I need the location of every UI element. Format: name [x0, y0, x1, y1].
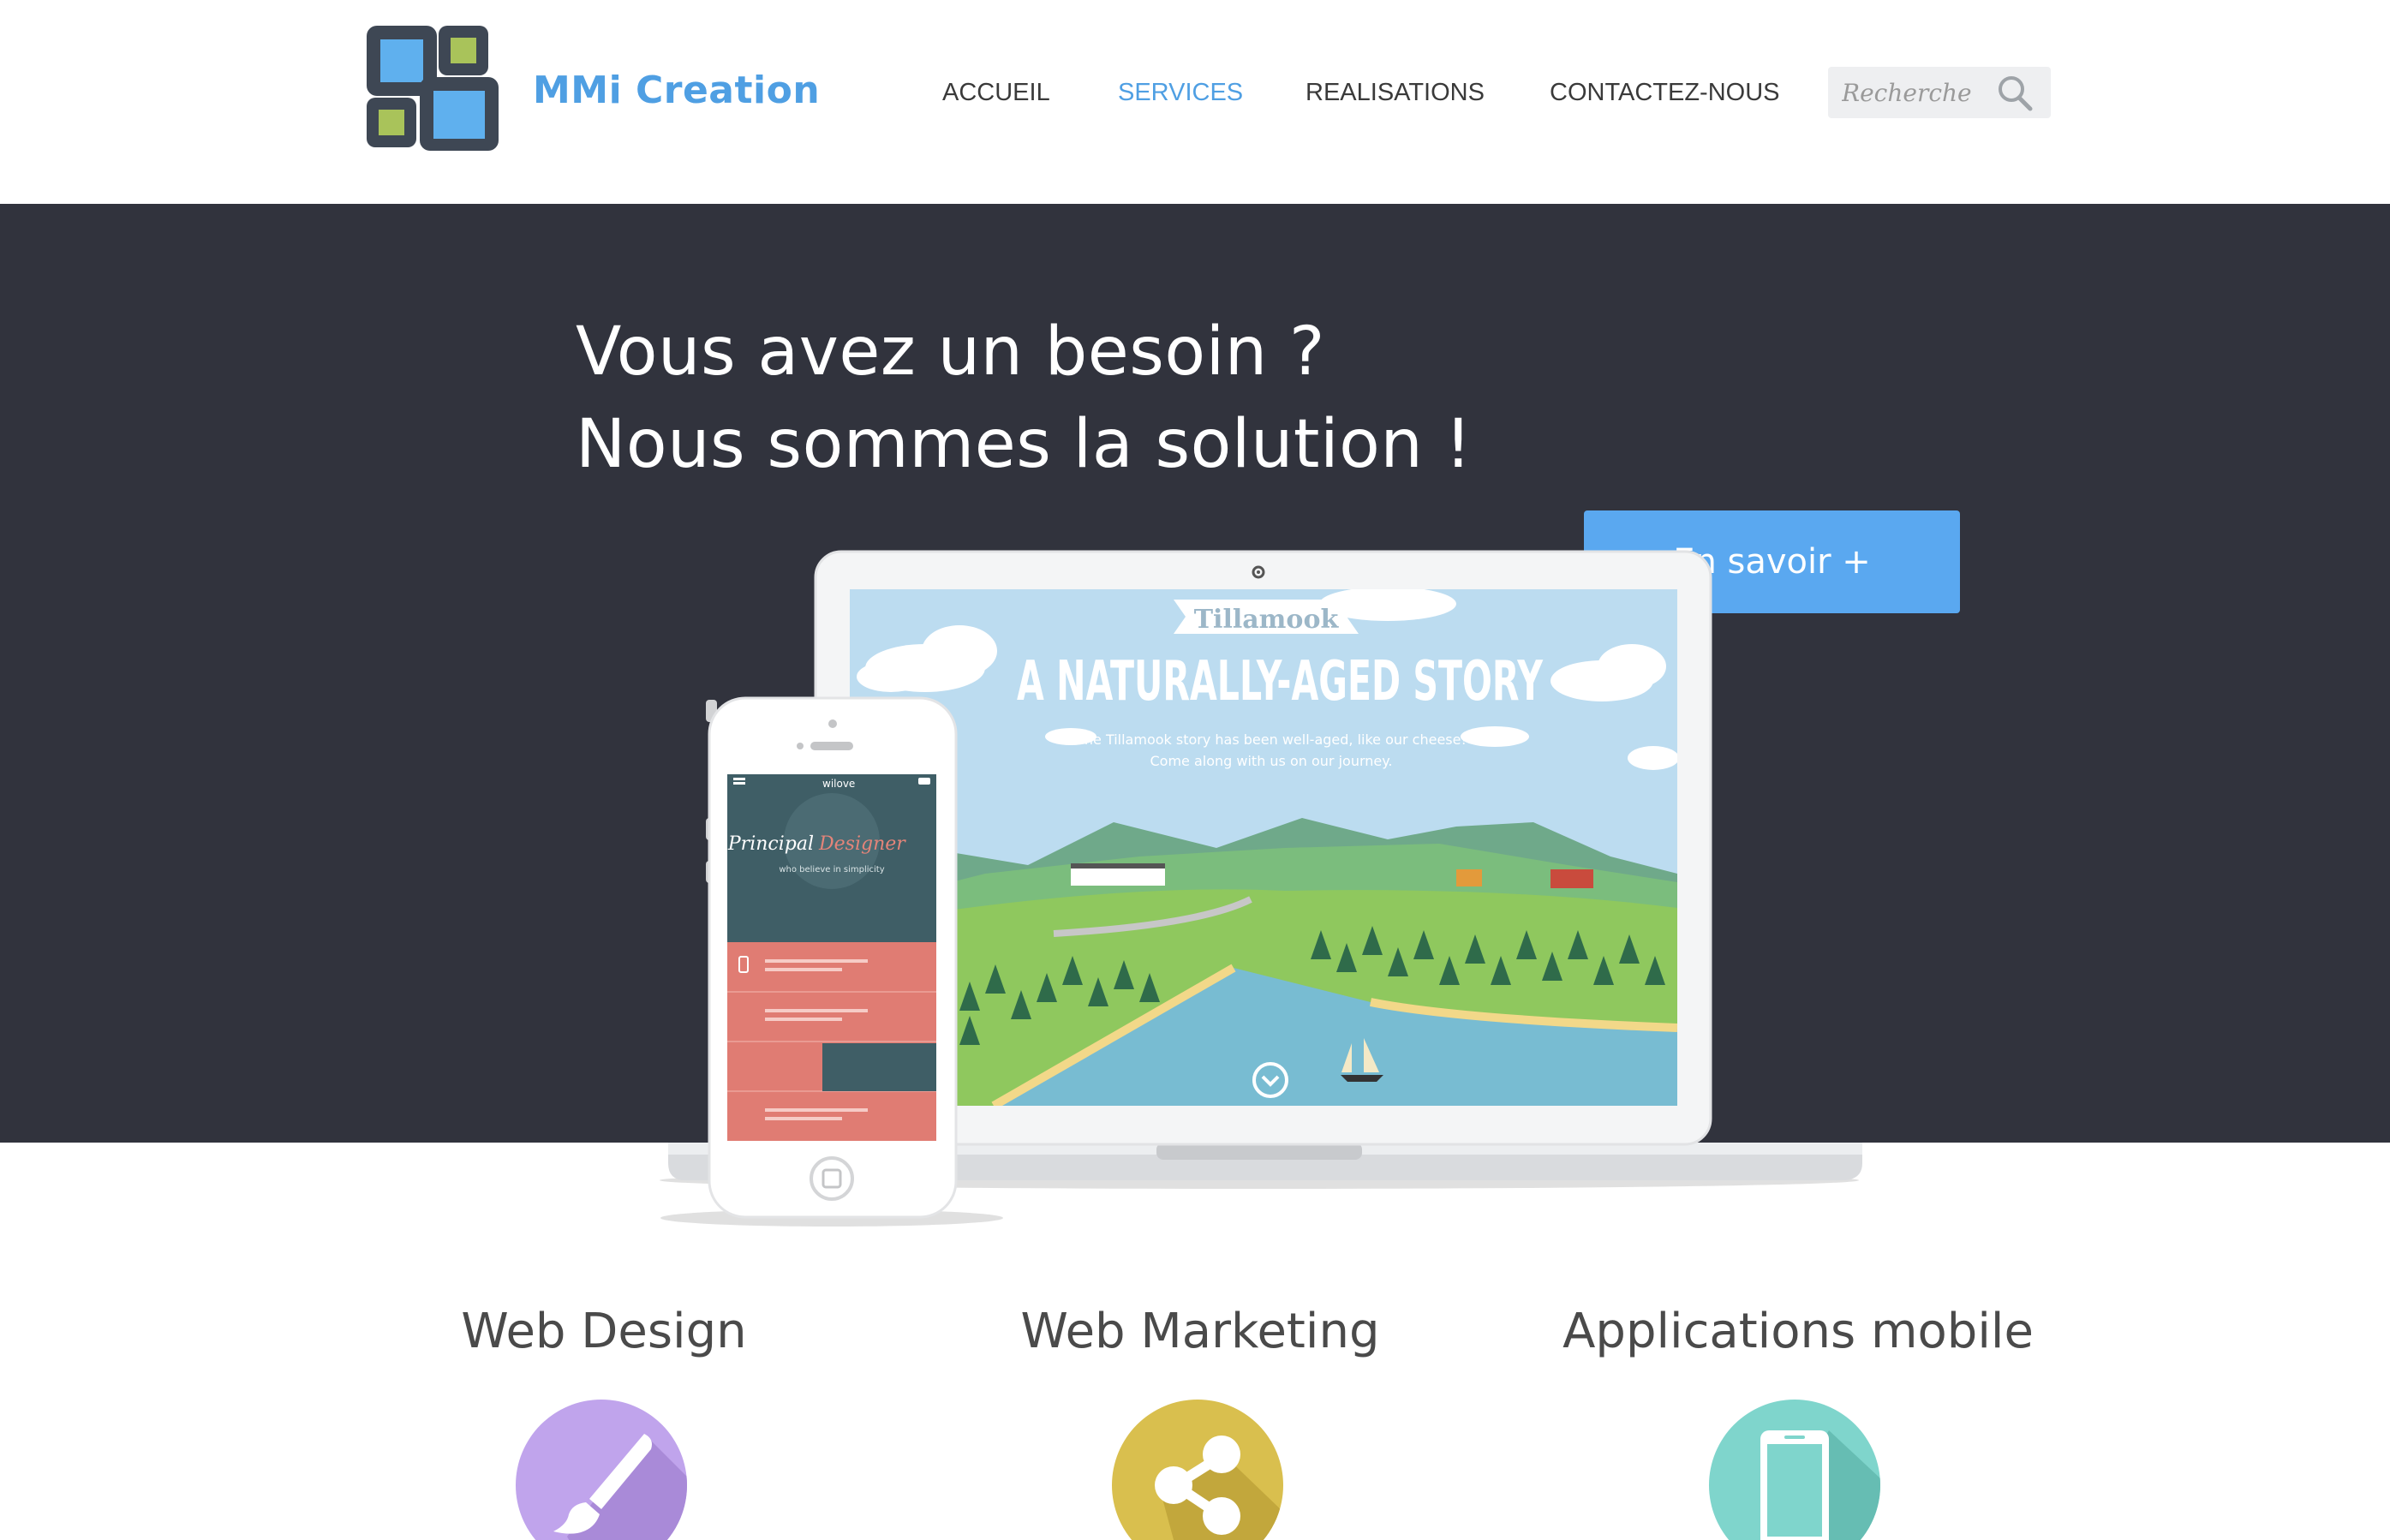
smartphone-icon: [1760, 1430, 1880, 1540]
hero-headline-line2: Nous sommes la solution !: [576, 406, 1473, 483]
laptop-screen-illustration: Tillamook A NATURALLY-AGED STORY The Til…: [850, 589, 1677, 1106]
phone-app-name: wilove: [822, 778, 855, 790]
mobile-apps-service-button[interactable]: [1709, 1400, 1880, 1540]
search-input[interactable]: [1842, 74, 1987, 111]
web-marketing-service-button[interactable]: [1112, 1400, 1283, 1540]
laptop-headline: A NATURALLY-AGED STORY: [1017, 650, 1543, 713]
search-box: [1828, 67, 2051, 118]
laptop-subtitle-line1: The Tillamook story has been well-aged, …: [1075, 731, 1467, 748]
service-title-applications-mobile: Applications mobile: [1562, 1304, 2034, 1359]
hero-headline-line1: Vous avez un besoin ?: [576, 313, 1325, 391]
laptop-subtitle-line2: Come along with us on our journey.: [1150, 753, 1392, 769]
logo-icon[interactable]: [365, 22, 509, 151]
site-header: MMi Creation ACCUEIL SERVICES REALISATIO…: [0, 0, 2390, 204]
share-icon: [1155, 1436, 1283, 1540]
phone: wilove Principal Designer who believe in…: [660, 696, 1003, 1227]
phone-tagline: who believe in simplicity: [779, 865, 884, 874]
phone-title-part1: Principal: [727, 833, 814, 855]
nav-services[interactable]: SERVICES: [1118, 79, 1243, 107]
service-title-web-marketing: Web Marketing: [1020, 1304, 1380, 1359]
paintbrush-icon: [553, 1434, 687, 1540]
laptop-banner-text: Tillamook: [1194, 605, 1340, 635]
phone-screen: wilove Principal Designer who believe in…: [727, 774, 936, 1141]
web-design-service-button[interactable]: [516, 1400, 687, 1540]
nav-contactez-nous[interactable]: CONTACTEZ-NOUS: [1550, 79, 1780, 107]
brand-name[interactable]: MMi Creation: [533, 69, 820, 112]
nav-realisations[interactable]: REALISATIONS: [1306, 79, 1485, 107]
phone-title-part2: Designer: [818, 833, 906, 855]
search-icon[interactable]: [1996, 74, 2035, 113]
service-title-web-design: Web Design: [461, 1304, 747, 1359]
nav-accueil[interactable]: ACCUEIL: [942, 79, 1050, 107]
